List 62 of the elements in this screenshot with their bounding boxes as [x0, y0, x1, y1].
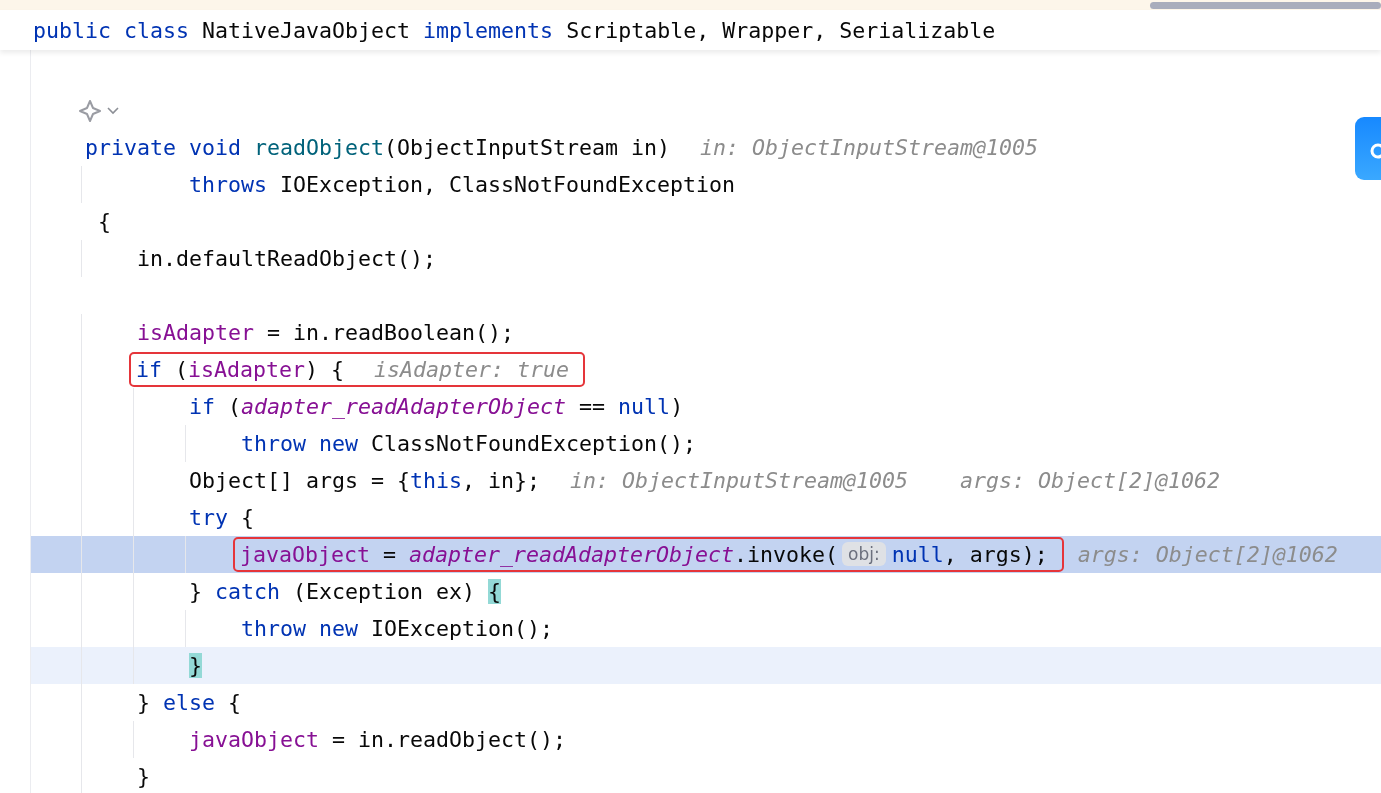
code-text: IOException, ClassNotFoundException	[280, 172, 736, 197]
keyword: this	[410, 468, 463, 493]
code-text: = in.readObject();	[332, 727, 567, 752]
code-text: ) {	[305, 357, 345, 382]
code-text: IOException();	[371, 616, 554, 641]
code-text: {	[98, 209, 111, 234]
scrollbar-thumb[interactable]	[1150, 2, 1381, 9]
code-text: Scriptable, Wrapper, Serializable	[566, 17, 996, 43]
keyword: else	[163, 690, 216, 715]
keyword: try	[189, 505, 228, 530]
inline-value-hint: in: ObjectInputStream@1005	[700, 135, 1039, 160]
inline-value-hint: isAdapter: true	[374, 357, 570, 382]
code-text: {	[241, 505, 255, 530]
keyword: throws	[189, 172, 267, 197]
code-text: }	[137, 764, 150, 789]
keyword: if	[189, 394, 215, 419]
code-text: NativeJavaObject	[202, 17, 411, 43]
code-text: ==	[579, 394, 606, 419]
keyword: if	[136, 357, 162, 382]
matched-brace: {	[488, 579, 502, 604]
chevron-down-icon[interactable]	[107, 106, 119, 115]
keyword: new	[319, 431, 359, 456]
code-text: ClassNotFoundException();	[371, 431, 697, 456]
field-name: javaObject	[240, 542, 370, 567]
keyword: public	[33, 17, 111, 43]
code-text: )	[670, 394, 684, 419]
static-field-name: adapter_readAdapterObject	[241, 394, 567, 419]
inline-value-hint: in: ObjectInputStream@1005	[570, 468, 909, 493]
code-text: =	[383, 542, 397, 567]
keyword: null	[891, 542, 944, 567]
code-text: , in};	[462, 468, 541, 493]
code-text: {	[228, 690, 242, 715]
static-field-name: adapter_readAdapterObject	[409, 542, 735, 567]
field-name: isAdapter	[137, 320, 254, 345]
code-text: (ObjectInputStream in)	[384, 135, 671, 160]
keyword: new	[319, 616, 359, 641]
code-text: (	[228, 394, 242, 419]
keyword: class	[124, 17, 190, 43]
sparkle-icon[interactable]	[79, 99, 101, 122]
inline-value-hint: args: Object[2]@1062	[1077, 542, 1338, 567]
code-text: (	[175, 357, 189, 382]
keyword: private	[85, 135, 176, 160]
inline-value-hint: args: Object[2]@1062	[960, 468, 1221, 493]
code-text: Object[] args = {	[189, 468, 410, 493]
code-text: = in.readBoolean();	[267, 320, 515, 345]
keyword: catch	[215, 579, 281, 604]
keyword: null	[618, 394, 671, 419]
keyword: throw	[241, 431, 306, 456]
matched-brace: }	[189, 653, 202, 678]
code-text: in.defaultReadObject();	[137, 246, 436, 271]
code-text: .invoke(	[734, 542, 839, 567]
code-text: , args);	[943, 542, 1048, 567]
method-name: readObject	[254, 135, 385, 160]
code-text: (Exception ex)	[293, 579, 476, 604]
field-name: isAdapter	[188, 357, 306, 382]
parameter-hint[interactable]: obj:	[842, 542, 886, 566]
code-text: }	[137, 690, 150, 715]
field-name: javaObject	[189, 727, 319, 752]
keyword: implements	[423, 17, 554, 43]
keyword: void	[189, 135, 242, 160]
code-text: }	[189, 579, 202, 604]
keyword: throw	[241, 616, 306, 641]
